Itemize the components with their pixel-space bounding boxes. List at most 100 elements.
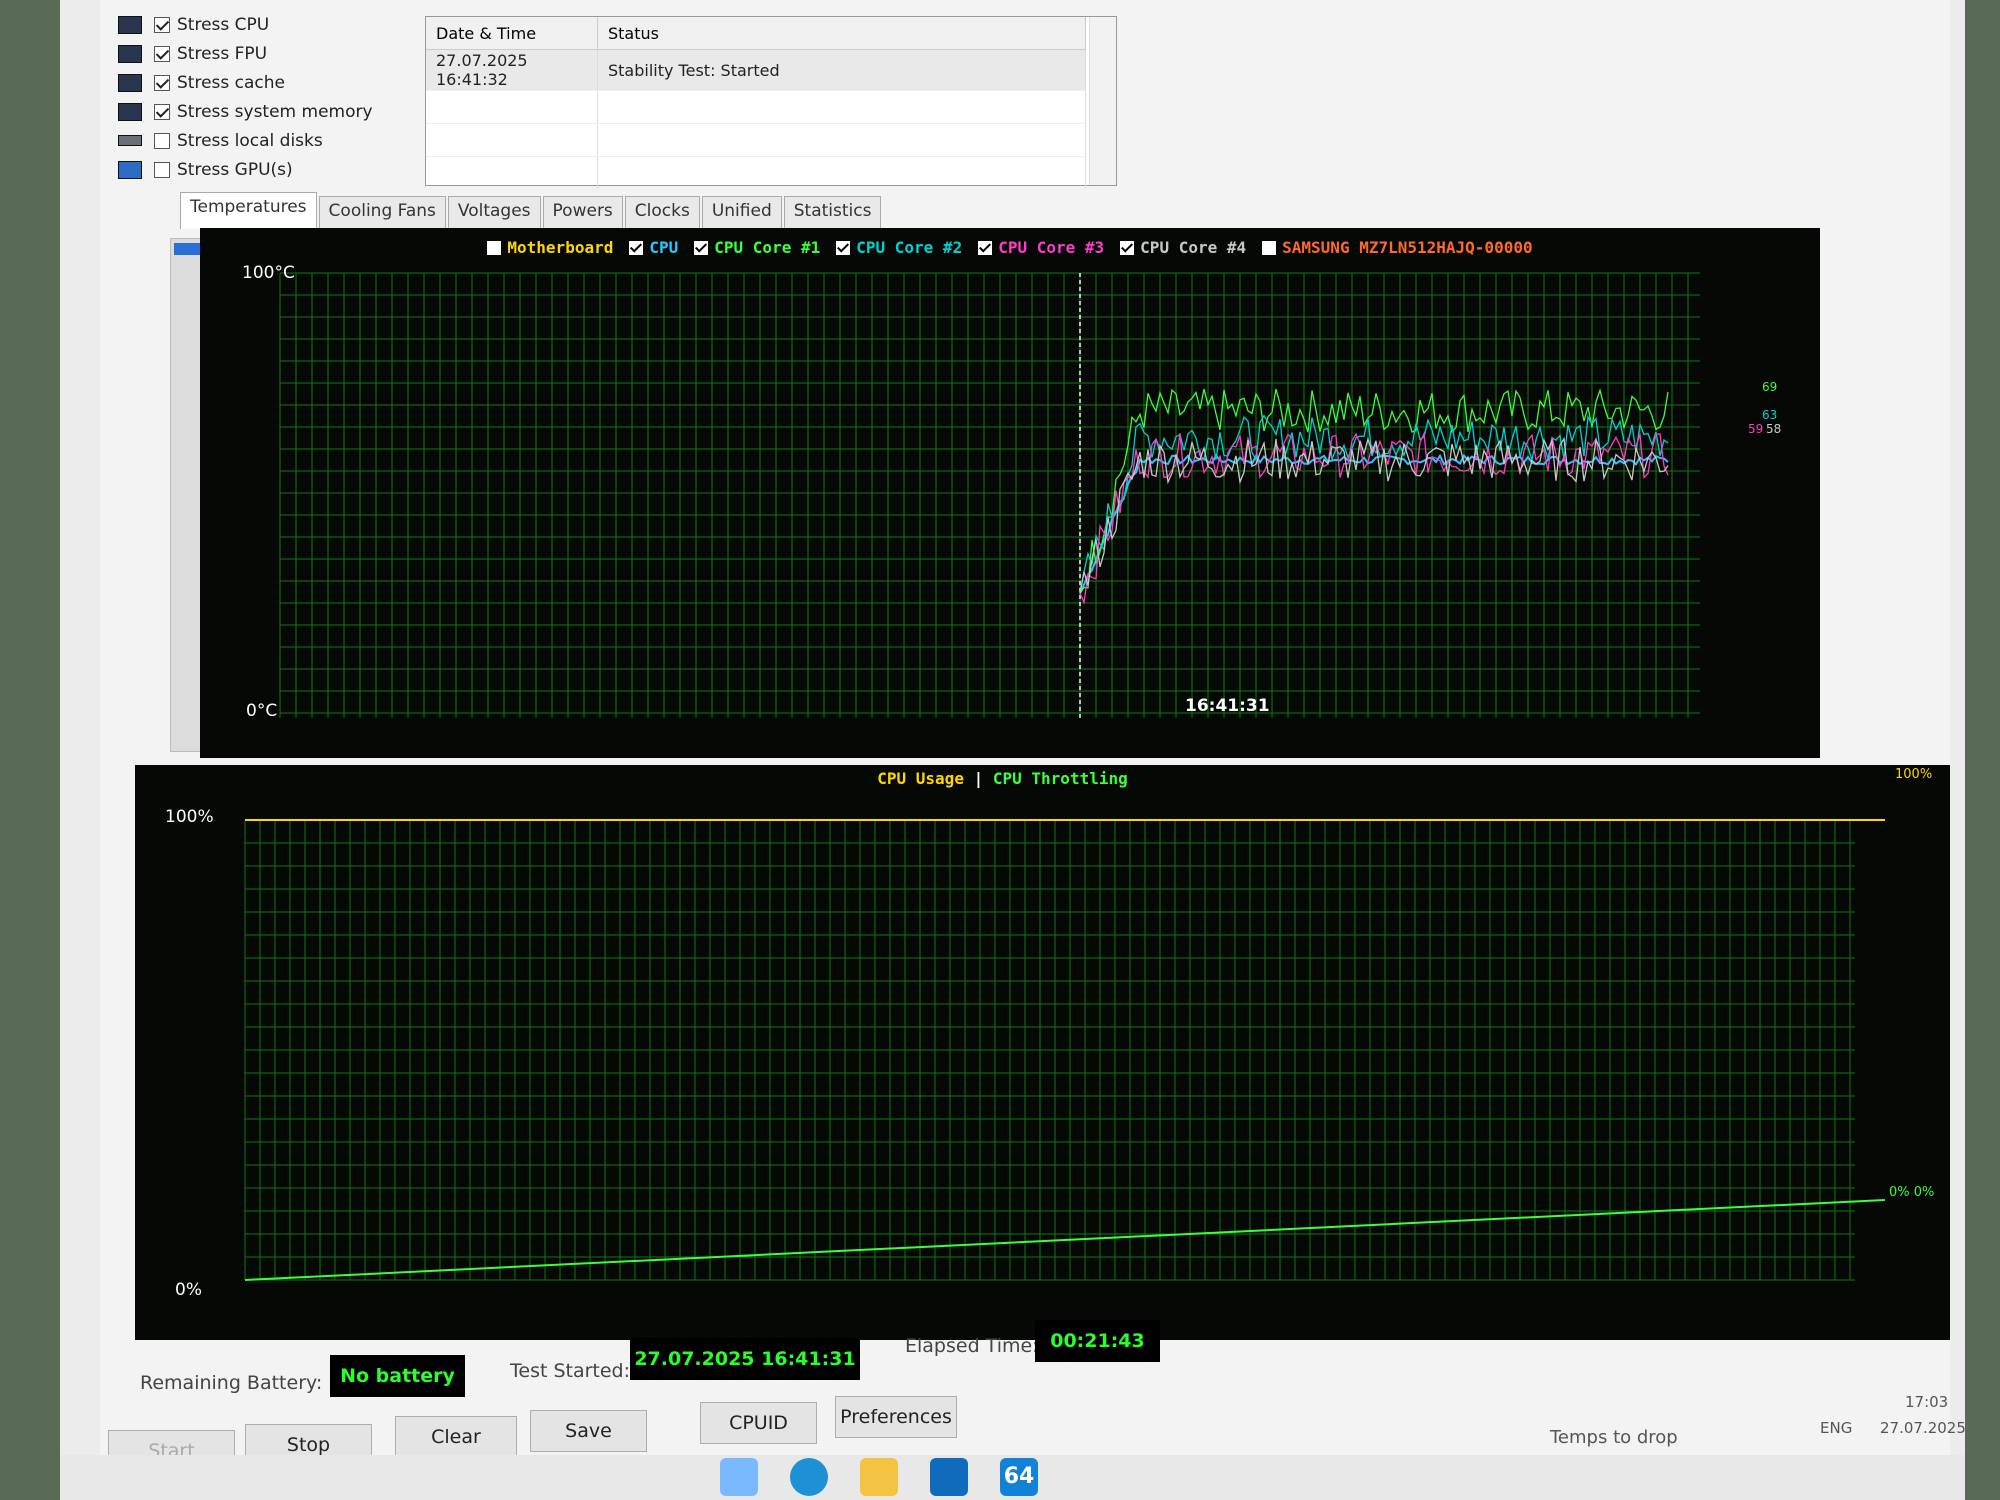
save-button[interactable]: Save (530, 1410, 647, 1452)
legend-item[interactable]: CPU Core #3 (978, 238, 1104, 257)
legend-checkbox[interactable] (629, 240, 644, 255)
edge-browser-icon[interactable] (790, 1458, 828, 1496)
legend-label: CPU Core #1 (714, 238, 821, 257)
stress-option-checkbox[interactable] (154, 103, 170, 120)
gpu-icon (118, 160, 142, 179)
stress-option-checkbox[interactable] (154, 74, 170, 91)
language-indicator[interactable]: ENG (1820, 1419, 1852, 1437)
file-explorer-icon[interactable] (860, 1458, 898, 1496)
log-scrollbar[interactable] (1089, 17, 1116, 185)
preferences-button[interactable]: Preferences (835, 1396, 957, 1438)
elapsed-time-label: Elapsed Time: (905, 1335, 1039, 1357)
stress-options-panel: Stress CPU Stress FPU Stress cache Stress s… (118, 10, 418, 184)
table-row (426, 123, 1086, 157)
disk-icon (118, 135, 142, 146)
legend-checkbox[interactable] (1262, 240, 1277, 255)
end-value-core2: 63 (1762, 408, 1778, 422)
stress-option-row[interactable]: Stress CPU (118, 10, 418, 39)
clear-button[interactable]: Clear (395, 1416, 517, 1458)
legend-checkbox[interactable] (694, 240, 709, 255)
weather-widget[interactable]: Temps to drop (1550, 1427, 1678, 1448)
temperature-chart: Motherboard CPU CPU Core #1 CPU Core #2 CPU … (200, 228, 1820, 758)
legend-checkbox[interactable] (836, 240, 851, 255)
temperature-legend: Motherboard CPU CPU Core #1 CPU Core #2 CPU … (200, 238, 1820, 259)
stress-option-label: Stress GPU(s) (177, 159, 293, 180)
stress-option-label: Stress cache (177, 72, 285, 93)
chart-tabs: Temperatures Cooling Fans Voltages Powers Cl… (180, 192, 883, 229)
legend-cpu-usage: CPU Usage (877, 769, 964, 788)
clock-date[interactable]: 27.07.2025 (1880, 1419, 1966, 1437)
cpu-chip-icon (118, 15, 142, 34)
clock-time[interactable]: 17:03 (1905, 1393, 1948, 1411)
usage-legend: CPU Usage | CPU Throttling (95, 769, 1910, 788)
tab-cooling-fans[interactable]: Cooling Fans (318, 196, 446, 229)
tab-temperatures[interactable]: Temperatures (180, 192, 317, 229)
legend-label: Motherboard (507, 238, 614, 257)
usage-y-min-label: 0% (175, 1280, 202, 1300)
stress-option-row[interactable]: Stress cache (118, 68, 418, 97)
legend-item[interactable]: CPU Core #4 (1120, 238, 1246, 257)
log-table: Date & Time Status 27.07.2025 16:41:32 S… (425, 16, 1117, 190)
stress-option-label: Stress CPU (177, 14, 270, 35)
usage-right-bottom-value: 0% 0% (1889, 1185, 1935, 1200)
legend-separator: | (973, 769, 984, 788)
tab-clocks[interactable]: Clocks (624, 196, 700, 229)
temp-marker-time: 16:41:31 (1185, 696, 1270, 716)
stress-option-checkbox[interactable] (154, 45, 170, 62)
stress-option-row[interactable]: Stress local disks (118, 126, 418, 155)
legend-item[interactable]: CPU Core #1 (694, 238, 820, 257)
memory-icon (118, 102, 142, 121)
log-header-status[interactable]: Status (597, 17, 1086, 50)
stress-option-row[interactable]: Stress GPU(s) (118, 155, 418, 184)
legend-label: CPU (649, 238, 679, 257)
stress-option-label: Stress system memory (177, 101, 373, 122)
temp-y-min-label: 0°C (246, 701, 278, 721)
legend-checkbox[interactable] (1120, 240, 1135, 255)
stress-option-checkbox[interactable] (154, 161, 170, 178)
legend-label: CPU Core #4 (1140, 238, 1247, 257)
legend-item[interactable]: SAMSUNG MZ7LN512HAJQ-00000 (1262, 238, 1533, 257)
test-started-value: 27.07.2025 16:41:31 (630, 1338, 860, 1380)
legend-checkbox[interactable] (487, 240, 502, 255)
stress-option-label: Stress local disks (177, 130, 323, 151)
usage-right-top-value: 100% (1895, 767, 1933, 782)
cpu-usage-chart-svg (244, 819, 1886, 1281)
fpu-chip-icon (118, 44, 142, 63)
end-value-core3: 59 (1748, 422, 1764, 436)
temperature-chart-svg (279, 272, 1700, 718)
log-cell-datetime: 27.07.2025 16:41:32 (426, 49, 598, 91)
table-row (426, 90, 1086, 124)
remaining-battery-value: No battery (330, 1355, 465, 1397)
cpu-usage-chart: CPU Usage | CPU Throttling 100% 0% 100% … (135, 765, 1950, 1340)
tab-statistics[interactable]: Statistics (783, 196, 882, 229)
legend-checkbox[interactable] (978, 240, 993, 255)
aida64-app-icon[interactable]: 64 (1000, 1458, 1038, 1496)
system-stability-test-window: Stress CPU Stress FPU Stress cache Stress s… (100, 0, 1950, 1500)
tab-powers[interactable]: Powers (542, 196, 623, 229)
status-row: Remaining Battery: No battery Test Start… (140, 1320, 1940, 1397)
end-value-core1: 69 (1762, 380, 1778, 394)
stress-option-row[interactable]: Stress FPU (118, 39, 418, 68)
stress-option-checkbox[interactable] (154, 16, 170, 33)
stress-option-checkbox[interactable] (154, 132, 170, 149)
tab-voltages[interactable]: Voltages (447, 196, 541, 229)
outlook-app-icon[interactable] (930, 1458, 968, 1496)
table-row[interactable]: 27.07.2025 16:41:32 Stability Test: Star… (426, 49, 1086, 91)
legend-item[interactable]: CPU Core #2 (836, 238, 962, 257)
log-header-datetime[interactable]: Date & Time (426, 17, 598, 50)
temperature-series-line (1079, 388, 1669, 594)
cpuid-button[interactable]: CPUID (700, 1402, 817, 1444)
table-row (426, 156, 1086, 190)
stress-option-row[interactable]: Stress system memory (118, 97, 418, 126)
legend-cpu-throttling: CPU Throttling (992, 769, 1128, 788)
monitor-screen: Stress CPU Stress FPU Stress cache Stress s… (60, 0, 1966, 1500)
legend-item[interactable]: CPU (629, 238, 678, 257)
cpu-throttling-line (244, 1199, 1886, 1281)
legend-item[interactable]: Motherboard (487, 238, 613, 257)
elapsed-time-value: 00:21:43 (1035, 1320, 1160, 1362)
copilot-app-icon[interactable] (720, 1458, 758, 1496)
temperature-series-line (1079, 414, 1669, 594)
test-started-label: Test Started: (510, 1360, 631, 1382)
tab-unified[interactable]: Unified (701, 196, 782, 229)
usage-y-max-label: 100% (165, 807, 214, 827)
